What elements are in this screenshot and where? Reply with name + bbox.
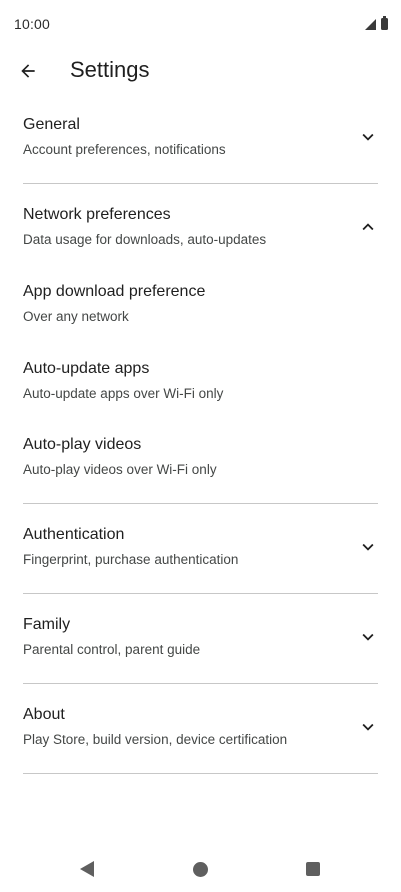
chevron-down-icon	[362, 723, 374, 731]
section-network-preferences: Network preferences Data usage for downl…	[0, 184, 401, 504]
section-header-about[interactable]: About Play Store, build version, device …	[0, 684, 401, 773]
setting-subtitle: Auto-play videos over Wi-Fi only	[23, 462, 217, 477]
section-authentication: Authentication Fingerprint, purchase aut…	[0, 504, 401, 594]
chevron-down-icon	[362, 543, 374, 551]
arrow-back-icon	[21, 64, 35, 78]
section-title: Network preferences	[23, 206, 171, 223]
chevron-up-icon	[362, 223, 374, 231]
section-title: General	[23, 116, 80, 133]
chevron-down-icon	[362, 133, 374, 141]
section-subtitle: Data usage for downloads, auto-updates	[23, 232, 267, 247]
chevron-down-icon	[362, 633, 374, 641]
setting-subtitle: Over any network	[23, 309, 129, 324]
battery-icon	[381, 16, 388, 30]
top-app-bar: Settings	[0, 48, 401, 94]
page-title: Settings	[70, 57, 150, 82]
status-bar: 10:00	[0, 0, 401, 48]
setting-app-download-preference[interactable]: App download preference Over any network	[0, 273, 401, 350]
section-header-family[interactable]: Family Parental control, parent guide	[0, 594, 401, 683]
section-title: Family	[23, 615, 71, 633]
divider	[23, 772, 378, 774]
section-header-general[interactable]: General Account preferences, notificatio…	[0, 94, 401, 183]
setting-subtitle: Auto-update apps over Wi-Fi only	[23, 385, 224, 401]
system-nav-bar	[0, 844, 401, 892]
section-about: About Play Store, build version, device …	[0, 684, 401, 774]
setting-title: Auto-play videos	[23, 436, 142, 453]
setting-title: App download preference	[23, 283, 206, 300]
section-family: Family Parental control, parent guide	[0, 594, 401, 684]
status-icons	[365, 16, 388, 30]
section-subtitle: Parental control, parent guide	[23, 641, 201, 657]
section-header-network-preferences[interactable]: Network preferences Data usage for downl…	[0, 184, 401, 273]
section-title: About	[23, 705, 65, 723]
back-button[interactable]	[11, 54, 45, 88]
status-time: 10:00	[14, 16, 51, 32]
settings-list: General Account preferences, notificatio…	[0, 94, 401, 774]
section-header-authentication[interactable]: Authentication Fingerprint, purchase aut…	[0, 504, 401, 593]
section-subtitle: Fingerprint, purchase authentication	[23, 551, 239, 567]
section-title: Authentication	[23, 525, 125, 543]
section-subtitle: Play Store, build version, device certif…	[23, 731, 288, 747]
nav-back-icon[interactable]	[78, 860, 98, 878]
setting-title: Auto-update apps	[23, 359, 150, 377]
setting-auto-play-videos[interactable]: Auto-play videos Auto-play videos over W…	[0, 426, 401, 503]
signal-icon	[365, 19, 376, 30]
recents-icon[interactable]	[306, 862, 320, 876]
setting-auto-update-apps[interactable]: Auto-update apps Auto-update apps over W…	[0, 350, 401, 427]
section-general: General Account preferences, notificatio…	[0, 94, 401, 184]
home-icon[interactable]	[193, 862, 208, 877]
section-subtitle: Account preferences, notifications	[23, 142, 226, 157]
